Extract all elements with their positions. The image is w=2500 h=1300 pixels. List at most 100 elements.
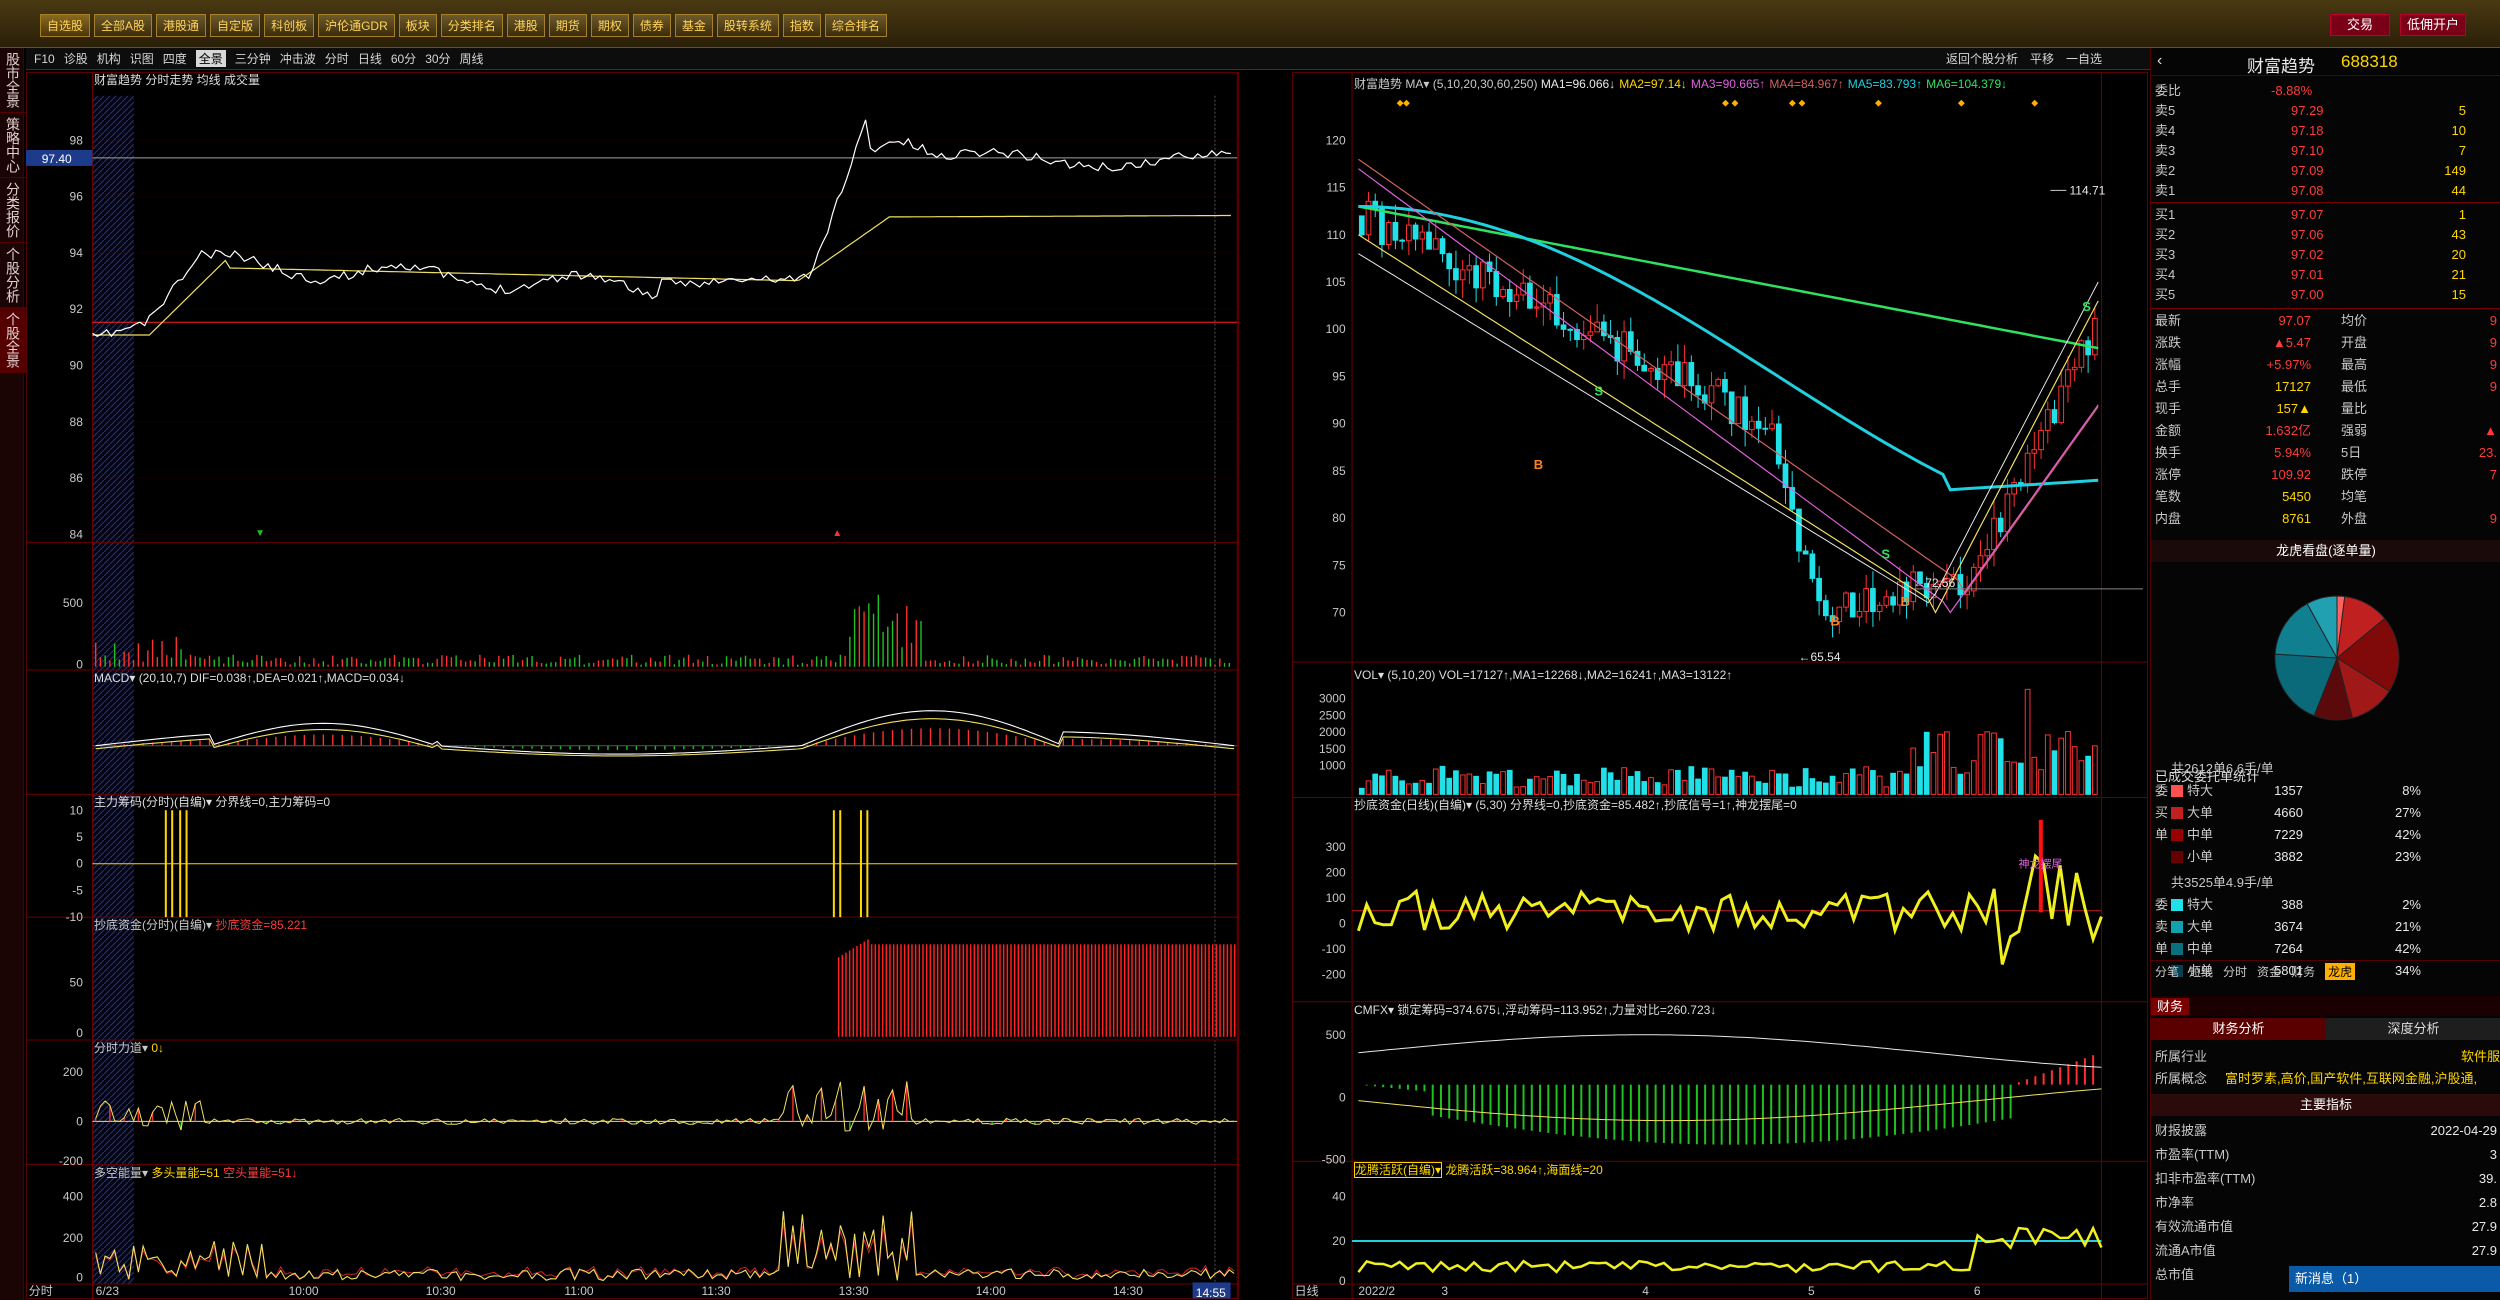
quote-tab-2[interactable]: 分时 xyxy=(2223,963,2247,980)
period-toolbar: F10 诊股 机构 识图 四度 全景 三分钟 冲击波 分时 日线 60分 30分 周线 返回个股分析 平移一… xyxy=(26,48,2156,70)
open-account-button[interactable]: 低佣开户 xyxy=(2400,14,2466,36)
time-tick: 11:00 xyxy=(564,1284,593,1298)
daily-ytick: 80 xyxy=(1332,511,1346,525)
toolbar-item-4[interactable]: 四度 xyxy=(163,50,187,67)
toolbar-item-3[interactable]: 识图 xyxy=(130,50,154,67)
sell-side-char: 卖 xyxy=(2155,919,2169,934)
price-ytick: 86 xyxy=(70,471,84,485)
stat-label: 涨幅 xyxy=(2155,357,2182,372)
back-arrow-icon[interactable]: ‹ xyxy=(2157,52,2162,70)
toolbar-item-7[interactable]: 冲击波 xyxy=(280,50,316,67)
toolbar-item-6[interactable]: 三分钟 xyxy=(235,50,271,67)
quote-tab-1[interactable]: 短线 xyxy=(2189,963,2213,980)
stat-value-2: ▲ xyxy=(2484,423,2497,438)
menu-item-13[interactable]: 股转系统 xyxy=(716,14,779,37)
left-tab-1[interactable]: 策略中心 xyxy=(0,113,26,178)
bid-price: 97.02 xyxy=(2291,247,2324,262)
quote-tab-0[interactable]: 分笔 xyxy=(2155,963,2179,980)
left-tab-3[interactable]: 个股分析 xyxy=(0,243,26,308)
concept-value: 富时罗素,高价,国产软件,互联网金融,沪股通, xyxy=(2225,1071,2478,1086)
buy-type: 中单 xyxy=(2187,827,2214,842)
menu-item-3[interactable]: 自定版 xyxy=(210,14,261,37)
left-tab-0[interactable]: 股市全景 xyxy=(0,48,26,113)
toolbar-item-0[interactable]: F10 xyxy=(34,52,55,66)
long-short-header: 多空能量▾ 多头量能=51 空头量能=51↓ xyxy=(26,1165,297,1181)
price-ytick: 98 xyxy=(70,133,84,147)
finance-tab[interactable]: 财务 xyxy=(2151,998,2190,1015)
toolbar-right-item-0[interactable]: 返回个股分析 xyxy=(1946,50,2018,67)
menu-item-0[interactable]: 自选股 xyxy=(40,14,91,37)
menu-item-9[interactable]: 期货 xyxy=(548,14,587,37)
quote-tab-4[interactable]: 财务 xyxy=(2291,963,2315,980)
concept-label: 所属概念 xyxy=(2155,1071,2208,1086)
ask-price: 97.09 xyxy=(2291,163,2324,178)
stat-label-2: 外盘 xyxy=(2341,511,2368,526)
toolbar-item-2[interactable]: 机构 xyxy=(97,50,121,67)
toolbar-item-10[interactable]: 60分 xyxy=(391,50,416,67)
menu-item-6[interactable]: 板块 xyxy=(398,14,437,37)
dk-tick: 0 xyxy=(76,1271,83,1285)
buy-volume: 1357 xyxy=(2274,783,2303,798)
toolbar-right-item-1[interactable]: 平移 xyxy=(2030,50,2054,67)
svg-text:S: S xyxy=(1881,546,1890,561)
stat-label-2: 跌停 xyxy=(2341,467,2368,482)
toolbar-item-8[interactable]: 分时 xyxy=(325,50,349,67)
ask-volume: 7 xyxy=(2458,143,2466,158)
menu-item-1[interactable]: 全部A股 xyxy=(94,14,153,37)
left-tab-2[interactable]: 分类报价 xyxy=(0,178,26,243)
menu-item-5[interactable]: 沪伦通GDR xyxy=(318,14,395,37)
lt-tick: 20 xyxy=(1332,1234,1346,1248)
daily-cd-tick: 100 xyxy=(1326,891,1346,905)
quote-tab-3[interactable]: 资金 xyxy=(2257,963,2281,980)
finance-value: 2022-04-29 xyxy=(2430,1123,2498,1138)
stat-value: 157▲ xyxy=(2276,401,2311,416)
menu-item-10[interactable]: 期权 xyxy=(590,14,629,37)
stat-value: 1.632亿 xyxy=(2265,423,2311,438)
menu-item-12[interactable]: 基金 xyxy=(674,14,713,37)
menu-item-11[interactable]: 债券 xyxy=(632,14,671,37)
order-ratio-label: 委比 xyxy=(2155,83,2182,98)
ask-volume: 149 xyxy=(2444,163,2466,178)
dragon-active-header: 龙腾活跃(自编)▾ 龙腾活跃=38.964↑,海面线=20 xyxy=(1292,1162,1603,1178)
svg-text:S: S xyxy=(1594,384,1603,399)
menu-item-15[interactable]: 综合排名 xyxy=(824,14,887,37)
svg-text:◆: ◆ xyxy=(1798,97,1805,107)
toolbar-item-1[interactable]: 诊股 xyxy=(64,50,88,67)
cd-tick: 0 xyxy=(76,1026,83,1040)
sell-row: 卖 大单 3674 21% xyxy=(2151,918,2500,936)
buy-pct: 23% xyxy=(2394,849,2421,864)
finance-analysis-tab[interactable]: 财务分析 xyxy=(2151,1018,2326,1040)
quote-tab-5[interactable]: 龙虎 xyxy=(2325,963,2356,980)
deep-analysis-tab[interactable]: 深度分析 xyxy=(2326,1018,2500,1040)
menu-item-4[interactable]: 科创板 xyxy=(264,14,315,37)
stat-value-2: 23. xyxy=(2478,445,2497,460)
time-tick: 13:30 xyxy=(839,1284,869,1298)
bottom-fund-title: 抄底资金(分时)(自编)▾ xyxy=(94,918,213,932)
menu-item-7[interactable]: 分类排名 xyxy=(440,14,503,37)
toolbar-item-11[interactable]: 30分 xyxy=(425,50,450,67)
bid-price: 97.01 xyxy=(2291,267,2324,282)
toolbar-item-12[interactable]: 周线 xyxy=(460,50,484,67)
ask-row: 卖4 97.18 10 xyxy=(2151,122,2500,140)
toolbar-right-item-2[interactable]: 一自选 xyxy=(2066,50,2102,67)
finance-value: 2.8 xyxy=(2478,1195,2497,1210)
menu-item-14[interactable]: 指数 xyxy=(782,14,821,37)
cmfx-tick: 500 xyxy=(1326,1028,1346,1042)
zl-tick: 0 xyxy=(76,857,83,871)
left-tab-4[interactable]: 个股全景 xyxy=(0,308,26,373)
trade-button[interactable]: 交易 xyxy=(2330,14,2390,36)
force-title: 分时力道▾ xyxy=(94,1041,149,1055)
time-tick: 14:00 xyxy=(976,1284,1006,1298)
menu-item-2[interactable]: 港股通 xyxy=(156,14,207,37)
daily-cd-line xyxy=(1356,853,2103,965)
bid-row: 买4 97.01 21 xyxy=(2151,266,2500,284)
bid-volume: 21 xyxy=(2451,267,2466,282)
finance-row: 扣非市盈率(TTM) 39. xyxy=(2151,1170,2500,1188)
menu-item-8[interactable]: 港股 xyxy=(506,14,545,37)
stat-label: 涨停 xyxy=(2155,467,2182,482)
news-popup[interactable]: 新消息（1） xyxy=(2289,1266,2500,1292)
stat-row: 涨跌 ▲5.47 开盘 9 xyxy=(2151,334,2500,352)
toolbar-item-9[interactable]: 日线 xyxy=(358,50,382,67)
long-short-title: 多空能量▾ xyxy=(94,1166,149,1180)
toolbar-item-5[interactable]: 全景 xyxy=(195,50,226,67)
